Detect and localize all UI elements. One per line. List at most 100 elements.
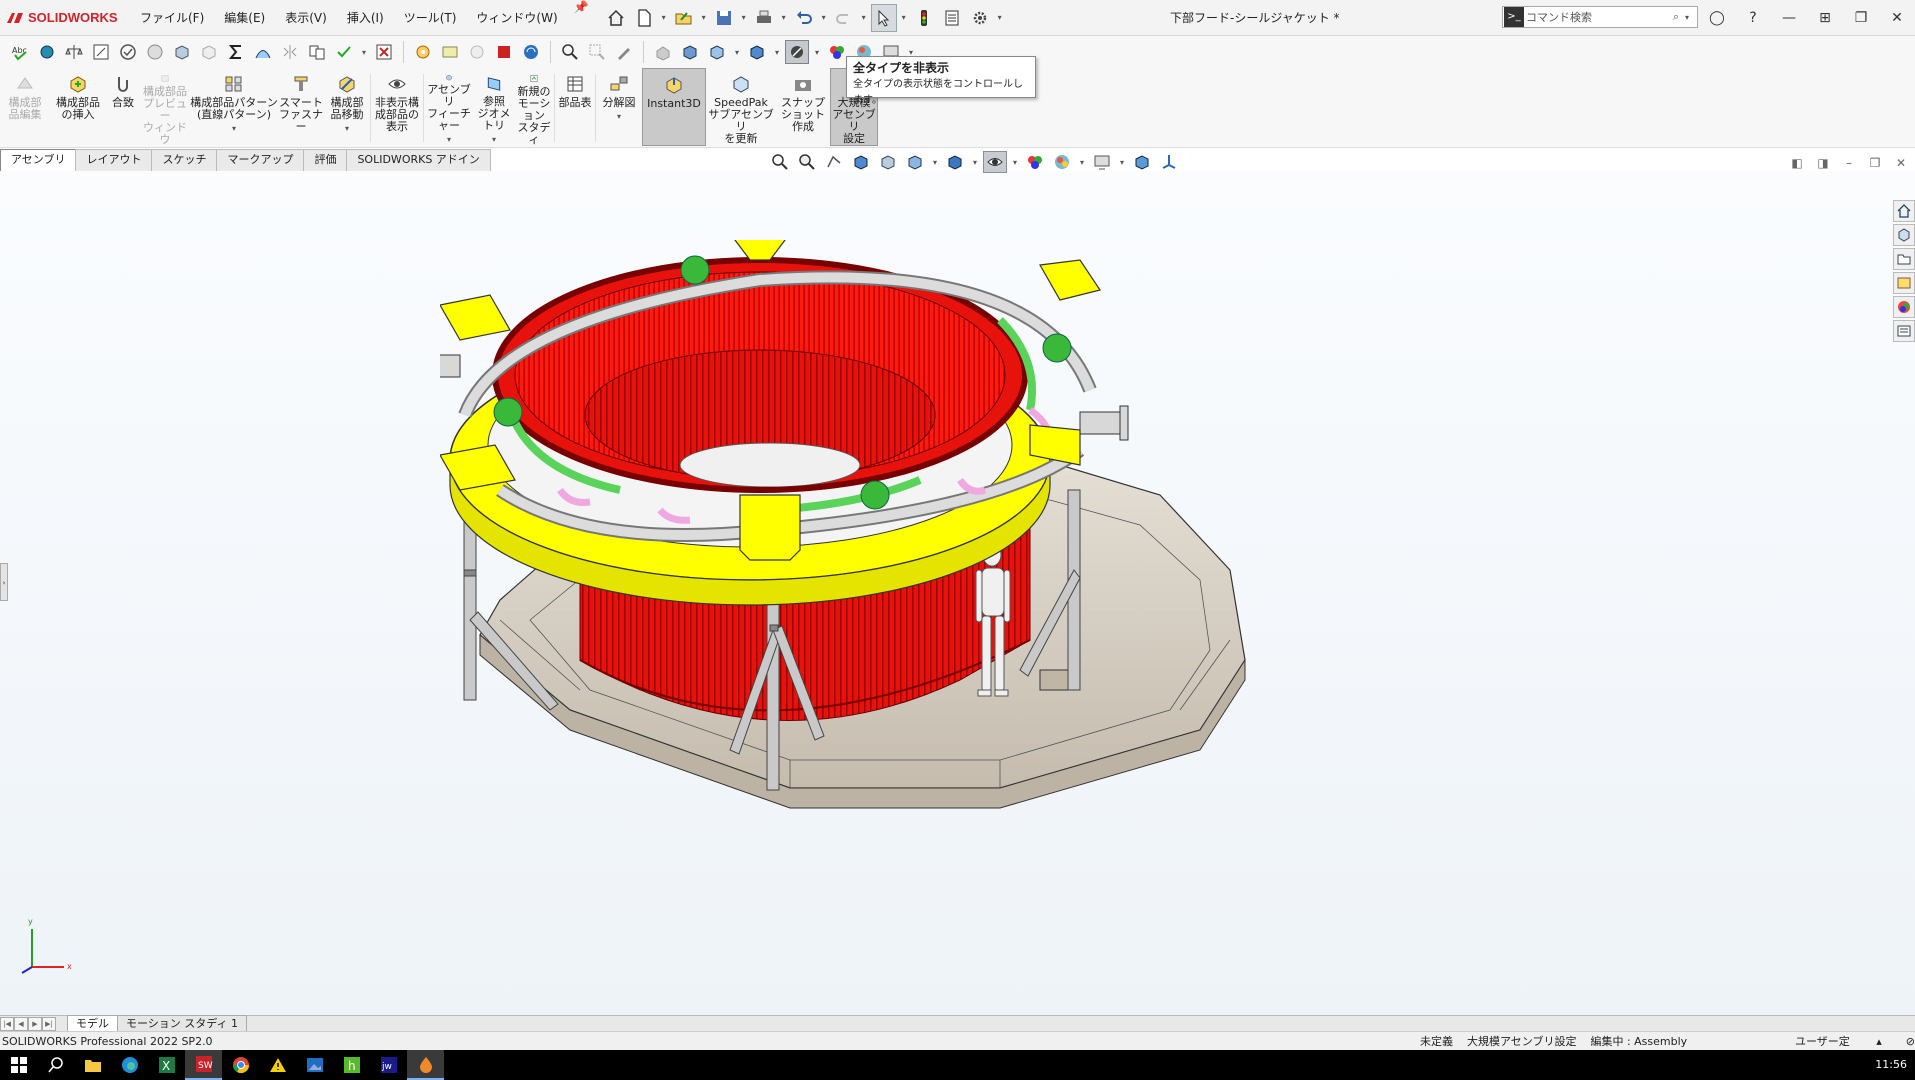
edit-component-button[interactable]: 構成部 品編集 — [0, 68, 50, 146]
smart-fastener-button[interactable]: スマート ファスナー — [278, 68, 324, 146]
view-palette-icon[interactable] — [1893, 272, 1915, 294]
tab-markup[interactable]: マークアップ — [216, 149, 305, 171]
viewport-restore-icon[interactable]: ❐ — [1867, 155, 1883, 171]
jw-cad-icon[interactable]: jw — [370, 1050, 407, 1080]
display-style-icon[interactable] — [943, 151, 967, 173]
chevron-down-icon[interactable]: ▾ — [970, 158, 980, 167]
redo-icon[interactable] — [831, 4, 857, 32]
user-account-icon[interactable]: ◯ — [1699, 0, 1735, 36]
chevron-down-icon[interactable]: ▾ — [447, 134, 451, 146]
feature-manager-expand-handle[interactable]: › — [0, 563, 8, 601]
performance-eval-icon[interactable] — [143, 40, 167, 64]
chevron-down-icon[interactable]: ▾ — [1685, 13, 1697, 22]
chevron-down-icon[interactable]: ▾ — [492, 134, 496, 146]
symmetry-check-icon[interactable] — [278, 40, 302, 64]
options-gear-icon[interactable] — [967, 4, 993, 32]
assembly-feature-button[interactable]: アセンブリ フィーチャー ▾ — [424, 68, 474, 146]
menu-file[interactable]: ファイル(F) — [130, 0, 214, 36]
check-icon[interactable] — [116, 40, 140, 64]
insert-component-button[interactable]: 構成部品 の挿入 — [50, 68, 106, 146]
viewport-minimize-icon[interactable]: – — [1841, 155, 1857, 171]
resources-home-icon[interactable] — [1893, 200, 1915, 222]
display-pane-icon[interactable] — [1130, 151, 1154, 173]
tab-motion-study-1[interactable]: モーション スタディ 1 — [117, 1015, 248, 1032]
chevron-down-icon[interactable]: ▾ — [899, 13, 909, 22]
zoom-to-fit-icon[interactable] — [558, 40, 582, 64]
move-component-button[interactable]: 構成部 品移動 ▾ — [324, 68, 370, 146]
tile-icon[interactable]: ⊞ — [1807, 0, 1843, 36]
new-document-icon[interactable] — [631, 4, 657, 32]
section-properties-icon[interactable] — [89, 40, 113, 64]
tab-sketch[interactable]: スケッチ — [151, 149, 218, 171]
viewport-close-icon[interactable]: ✕ — [1893, 155, 1909, 171]
chevron-down-icon[interactable]: ▾ — [732, 48, 742, 57]
delete-hidden-icon[interactable] — [372, 40, 396, 64]
origin-icon[interactable] — [1157, 151, 1181, 173]
section-view-icon[interactable] — [678, 40, 702, 64]
clearance-icon[interactable] — [197, 40, 221, 64]
reference-geometry-button[interactable]: 参照 ジオメトリ ▾ — [474, 68, 514, 146]
design-library-icon[interactable] — [1893, 224, 1915, 246]
menu-view[interactable]: 表示(V) — [275, 0, 337, 36]
assembly-3d-model[interactable] — [440, 240, 1440, 980]
chevron-down-icon[interactable]: ▾ — [1010, 158, 1020, 167]
chevron-down-icon[interactable]: ▾ — [930, 158, 940, 167]
chevron-down-icon[interactable]: ▾ — [359, 48, 369, 57]
edge-browser-icon[interactable] — [111, 1050, 148, 1080]
chevron-down-icon[interactable]: ▾ — [819, 13, 829, 22]
first-tab-icon[interactable]: |◀ — [0, 1016, 14, 1031]
new-motion-study-button[interactable]: 新規の モーション スタディ — [514, 68, 554, 146]
instant3d-button[interactable]: Instant3D — [642, 68, 706, 146]
print-icon[interactable] — [751, 4, 777, 32]
chevron-down-icon[interactable]: ▾ — [659, 13, 669, 22]
open-folder-icon[interactable] — [671, 4, 697, 32]
zoom-to-area-icon[interactable] — [795, 151, 819, 173]
display-style-icon[interactable] — [745, 40, 769, 64]
sum-icon[interactable] — [224, 40, 248, 64]
select-arrow-icon[interactable] — [870, 3, 897, 32]
hide-show-items-icon[interactable] — [983, 151, 1007, 173]
next-tab-icon[interactable]: ▶ — [28, 1016, 42, 1031]
prev-tab-icon[interactable]: ◀ — [14, 1016, 28, 1031]
search-icon[interactable]: ⌕ — [1667, 10, 1685, 24]
file-properties-icon[interactable] — [939, 4, 965, 32]
chevron-down-icon[interactable]: ▾ — [772, 48, 782, 57]
last-tab-icon[interactable]: ▶| — [42, 1016, 56, 1031]
chevron-down-icon[interactable]: ▾ — [812, 48, 822, 57]
split-right-icon[interactable]: ◨ — [1815, 155, 1831, 171]
view-orientation-icon[interactable] — [705, 40, 729, 64]
split-left-icon[interactable]: ◧ — [1789, 155, 1805, 171]
chevron-down-icon[interactable]: ▾ — [779, 13, 789, 22]
chevron-down-icon[interactable]: ▾ — [995, 13, 1005, 22]
photos-icon[interactable] — [296, 1050, 333, 1080]
file-explorer-icon[interactable] — [74, 1050, 111, 1080]
tab-evaluate[interactable]: 評価 — [303, 149, 348, 171]
appearances-icon[interactable] — [1893, 296, 1915, 318]
command-search[interactable]: >_ コマンド検索 ⌕ ▾ — [1502, 6, 1698, 28]
interference-icon[interactable] — [170, 40, 194, 64]
previous-view-icon[interactable] — [651, 40, 675, 64]
home-icon[interactable] — [603, 4, 629, 32]
excel-icon[interactable]: X — [148, 1050, 185, 1080]
tab-addins[interactable]: SOLIDWORKS アドイン — [346, 149, 491, 171]
system-clock[interactable]: 11:56 — [1875, 1050, 1907, 1080]
minimize-icon[interactable]: — — [1771, 0, 1807, 36]
help-icon[interactable]: ? — [1735, 0, 1771, 36]
undo-icon[interactable] — [791, 4, 817, 32]
show-hidden-components-button[interactable]: 非表示構 成部品の 表示 — [371, 68, 423, 146]
compare-icon[interactable] — [305, 40, 329, 64]
tab-layout[interactable]: レイアウト — [75, 149, 153, 171]
menu-window[interactable]: ウィンドウ(W) — [466, 0, 567, 36]
chevron-down-icon[interactable]: ▾ — [232, 123, 236, 135]
chevron-down-icon[interactable]: ▾ — [1077, 158, 1087, 167]
dynamic-annotation-icon[interactable] — [876, 151, 900, 173]
restore-icon[interactable]: ❐ — [1843, 0, 1879, 36]
drop-app-icon[interactable] — [407, 1050, 444, 1080]
mass-properties-icon[interactable] — [62, 40, 86, 64]
spell-check-icon[interactable]: Abc — [8, 40, 32, 64]
chevron-down-icon[interactable]: ▾ — [739, 13, 749, 22]
h-app-icon[interactable]: h — [333, 1050, 370, 1080]
warning-app-icon[interactable] — [259, 1050, 296, 1080]
search-icon[interactable] — [37, 1050, 74, 1080]
menu-edit[interactable]: 編集(E) — [214, 0, 275, 36]
